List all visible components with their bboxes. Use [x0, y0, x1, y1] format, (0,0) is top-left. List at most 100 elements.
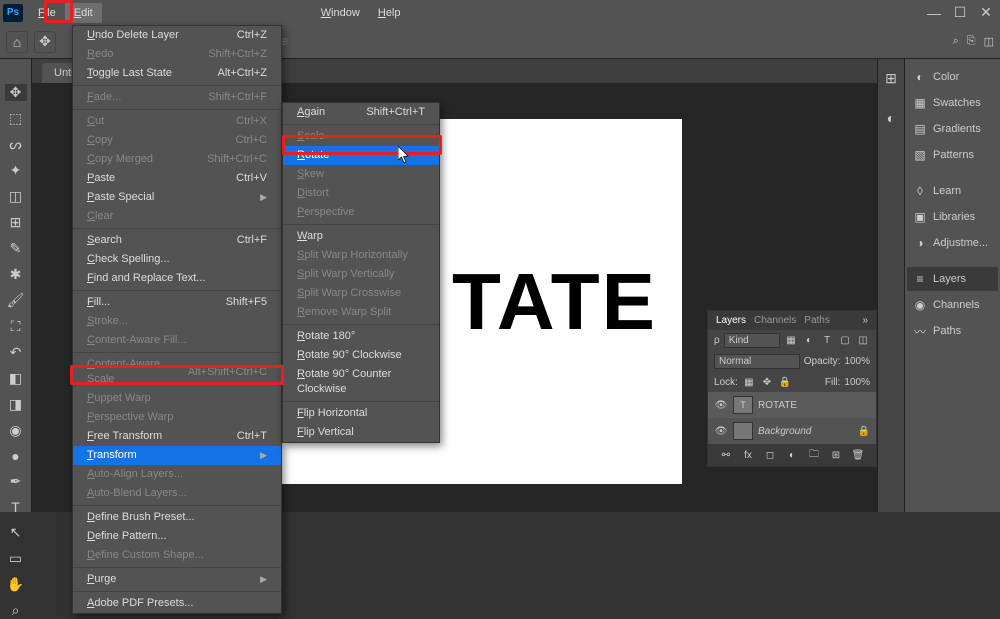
menu-item-free-transform[interactable]: Free TransformCtrl+T: [73, 427, 281, 446]
panel-menu-icon[interactable]: »: [862, 315, 868, 326]
home-icon[interactable]: ⌂: [6, 31, 28, 53]
pen-tool[interactable]: ✒: [5, 473, 27, 490]
menu-item-puppet-warp[interactable]: Puppet Warp: [73, 389, 281, 408]
menu-item-paste[interactable]: PasteCtrl+V: [73, 169, 281, 188]
tab-channels[interactable]: Channels: [754, 315, 796, 326]
menu-item-define-pattern-[interactable]: Define Pattern...: [73, 527, 281, 546]
path-tool[interactable]: ↖: [5, 524, 27, 541]
healing-tool[interactable]: ✱: [5, 266, 27, 283]
menu-item-perspective-warp[interactable]: Perspective Warp: [73, 408, 281, 427]
filter-type-icon[interactable]: T: [820, 334, 834, 348]
opacity-value[interactable]: 100%: [844, 356, 870, 367]
submenu-item-distort[interactable]: Distort: [283, 184, 439, 203]
panel-button-patterns[interactable]: ▧Patterns: [907, 143, 998, 167]
panel-button-learn[interactable]: ◊Learn: [907, 179, 998, 203]
menu-item-content-aware-scale[interactable]: Content-Aware ScaleAlt+Shift+Ctrl+C: [73, 355, 281, 389]
menu-item-adobe-pdf-presets-[interactable]: Adobe PDF Presets...: [73, 594, 281, 613]
menu-item-file[interactable]: File: [29, 3, 65, 23]
panel-button-libraries[interactable]: ▣Libraries: [907, 205, 998, 229]
menu-item-edit[interactable]: Edit: [65, 3, 102, 23]
minimize-button[interactable]: —: [928, 7, 940, 19]
visibility-icon[interactable]: 👁: [714, 424, 728, 438]
stamp-tool[interactable]: ⛶: [5, 318, 27, 335]
submenu-item-split-warp-horizontally[interactable]: Split Warp Horizontally: [283, 246, 439, 265]
menu-item-cut[interactable]: CutCtrl+X: [73, 112, 281, 131]
submenu-item-skew[interactable]: Skew: [283, 165, 439, 184]
panel-button-layers[interactable]: ≡Layers: [907, 267, 998, 291]
layer-row[interactable]: 👁TROTATE: [708, 392, 876, 418]
submenu-item-rotate[interactable]: Rotate: [283, 146, 439, 165]
crop-tool[interactable]: ◫: [5, 188, 27, 205]
menu-item-define-custom-shape-[interactable]: Define Custom Shape...: [73, 546, 281, 565]
wand-tool[interactable]: ✦: [5, 162, 27, 179]
panel-button-color[interactable]: ◐Color: [907, 65, 998, 89]
type-tool[interactable]: T: [5, 499, 27, 515]
submenu-item-scale[interactable]: Scale: [283, 127, 439, 146]
panel-button-channels[interactable]: ◉Channels: [907, 293, 998, 317]
new-layer-icon[interactable]: ⊞: [829, 448, 843, 462]
collapsed-panel-icon[interactable]: ◐: [880, 107, 902, 129]
filter-smart-icon[interactable]: ◫: [856, 334, 870, 348]
submenu-item-remove-warp-split[interactable]: Remove Warp Split: [283, 303, 439, 322]
lock-pixels-icon[interactable]: ▦: [742, 375, 756, 389]
delete-layer-icon[interactable]: 🗑: [851, 448, 865, 462]
panel-button-paths[interactable]: 〰Paths: [907, 319, 998, 343]
filter-kind-select[interactable]: Kind: [724, 333, 780, 348]
submenu-item-rotate-180-[interactable]: Rotate 180°: [283, 327, 439, 346]
maximize-button[interactable]: ☐: [954, 7, 966, 19]
filter-pixel-icon[interactable]: ▦: [784, 334, 798, 348]
link-layers-icon[interactable]: ⚯: [719, 448, 733, 462]
adjustment-layer-icon[interactable]: ◐: [785, 448, 799, 462]
gradient-tool[interactable]: ◨: [5, 396, 27, 413]
close-window-button[interactable]: ✕: [980, 7, 992, 19]
submenu-item-flip-vertical[interactable]: Flip Vertical: [283, 423, 439, 442]
filter-shape-icon[interactable]: ▢: [838, 334, 852, 348]
menu-item-redo[interactable]: RedoShift+Ctrl+Z: [73, 45, 281, 64]
menu-item-copy-merged[interactable]: Copy MergedShift+Ctrl+C: [73, 150, 281, 169]
menu-item-window[interactable]: Window: [312, 3, 369, 23]
menu-item-copy[interactable]: CopyCtrl+C: [73, 131, 281, 150]
share-icon[interactable]: ⎘: [967, 35, 976, 48]
frame-tool[interactable]: ⊞: [5, 214, 27, 231]
submenu-item-split-warp-crosswise[interactable]: Split Warp Crosswise: [283, 284, 439, 303]
menu-item-find-and-replace-text-[interactable]: Find and Replace Text...: [73, 269, 281, 288]
menu-item-purge[interactable]: Purge▶: [73, 570, 281, 589]
menu-item-undo-delete-layer[interactable]: Undo Delete LayerCtrl+Z: [73, 26, 281, 45]
submenu-item-rotate-90-counter-clockwise[interactable]: Rotate 90° Counter Clockwise: [283, 365, 439, 399]
dodge-tool[interactable]: ●: [5, 448, 27, 464]
submenu-item-flip-horizontal[interactable]: Flip Horizontal: [283, 404, 439, 423]
marquee-tool[interactable]: ⬚: [5, 110, 27, 127]
lasso-tool[interactable]: ᔕ: [5, 136, 27, 153]
eraser-tool[interactable]: ◧: [5, 370, 27, 387]
visibility-icon[interactable]: 👁: [714, 398, 728, 412]
move-tool[interactable]: ✥: [5, 84, 27, 101]
fill-value[interactable]: 100%: [844, 377, 870, 388]
menu-item-help[interactable]: Help: [369, 3, 410, 23]
filter-adjust-icon[interactable]: ◐: [802, 334, 816, 348]
collapsed-panel-icon[interactable]: ⊞: [880, 67, 902, 89]
blend-mode-select[interactable]: Normal: [714, 354, 800, 369]
lock-position-icon[interactable]: ✥: [760, 375, 774, 389]
menu-item-stroke-[interactable]: Stroke...: [73, 312, 281, 331]
group-icon[interactable]: 🗀: [807, 448, 821, 462]
submenu-item-warp[interactable]: Warp: [283, 227, 439, 246]
menu-item-content-aware-fill-[interactable]: Content-Aware Fill...: [73, 331, 281, 350]
brush-tool[interactable]: 🖌: [5, 292, 27, 309]
menu-item-auto-align-layers-[interactable]: Auto-Align Layers...: [73, 465, 281, 484]
hand-tool[interactable]: ✋: [5, 576, 27, 593]
panel-button-gradients[interactable]: ▤Gradients: [907, 117, 998, 141]
submenu-item-rotate-90-clockwise[interactable]: Rotate 90° Clockwise: [283, 346, 439, 365]
zoom-tool[interactable]: ⌕: [5, 602, 27, 619]
layer-mask-icon[interactable]: ◻: [763, 448, 777, 462]
lock-all-icon[interactable]: 🔒: [778, 375, 792, 389]
history-brush-tool[interactable]: ↶: [5, 344, 27, 361]
menu-item-check-spelling-[interactable]: Check Spelling...: [73, 250, 281, 269]
menu-item-search[interactable]: SearchCtrl+F: [73, 231, 281, 250]
submenu-item-split-warp-vertically[interactable]: Split Warp Vertically: [283, 265, 439, 284]
menu-item-define-brush-preset-[interactable]: Define Brush Preset...: [73, 508, 281, 527]
panel-button-swatches[interactable]: ▦Swatches: [907, 91, 998, 115]
active-tool-icon[interactable]: ✥: [34, 31, 56, 53]
menu-item-transform[interactable]: Transform▶: [73, 446, 281, 465]
tab-layers[interactable]: Layers: [716, 315, 746, 326]
eyedropper-tool[interactable]: ✎: [5, 240, 27, 257]
